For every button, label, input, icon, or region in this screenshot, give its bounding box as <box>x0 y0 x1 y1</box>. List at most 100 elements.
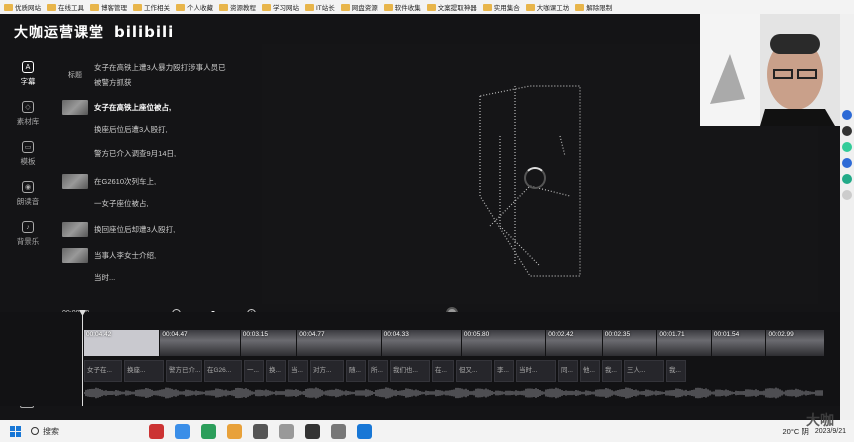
subtitle-clip[interactable]: 但又... <box>456 360 492 382</box>
row-text: 警方已介入调查9月14日, <box>94 149 177 158</box>
video-clip[interactable]: 00:02.35 <box>602 330 657 356</box>
bookmark-item[interactable]: 大咖课工坊 <box>525 2 569 12</box>
bookmark-item[interactable]: 文案提取神器 <box>426 2 477 12</box>
script-row[interactable]: 女子在高铁上座位被占, <box>62 100 171 115</box>
row-text-line2: 被警方抓获 <box>94 78 132 87</box>
sidebar-item-template[interactable]: ▭ 模板 <box>0 134 56 174</box>
subtitle-clip[interactable]: 三人... <box>624 360 664 382</box>
app-icon-8[interactable] <box>331 423 346 439</box>
app-icon-1[interactable] <box>149 423 164 439</box>
subtitle-clip[interactable]: 我... <box>602 360 622 382</box>
sidebar-item-subtitle[interactable]: A 字幕 <box>0 54 56 94</box>
corner-watermark: 大咖 <box>806 412 834 428</box>
sidebar-item-cube[interactable]: ◇ 素材库 <box>0 94 56 134</box>
script-row[interactable]: 当事人李女士介绍, <box>62 248 156 263</box>
windows-start-icon[interactable] <box>10 425 21 437</box>
sidebar-item-voice[interactable]: ◉ 朗读音 <box>0 174 56 214</box>
bookmark-item[interactable]: 个人收藏 <box>176 2 213 12</box>
subtitle-clip[interactable]: 他... <box>580 360 600 382</box>
bookmark-label: 解除限制 <box>586 5 613 12</box>
video-clip[interactable]: 00:04.77 <box>297 330 381 356</box>
subtitle-clip[interactable]: 警方已介... <box>166 360 202 382</box>
script-row[interactable]: 换座后位后遭3人殴打, <box>62 124 168 135</box>
circle-app-icon[interactable] <box>842 126 852 136</box>
subtitle-track: 女子在... 换座... 警方已介... 在G26... 一... 换... 当... 对方.… <box>84 360 824 382</box>
bookmark-item[interactable]: IT站长 <box>305 2 335 12</box>
video-clip[interactable]: 00:04.47 <box>160 330 240 356</box>
subtitle-clip[interactable]: 同... <box>558 360 578 382</box>
bookmark-item[interactable]: 资源教程 <box>219 2 256 12</box>
subtitle-clip[interactable]: 在... <box>432 360 454 382</box>
video-clip[interactable]: 00:01.71 <box>657 330 711 356</box>
subtitle-clip[interactable]: 在G26... <box>204 360 242 382</box>
app-icon-2[interactable] <box>175 423 190 439</box>
cube-icon: ◇ <box>22 101 34 113</box>
subtitle-clip[interactable]: 所... <box>368 360 388 382</box>
weather[interactable]: 20°C 阴 <box>783 426 809 437</box>
script-row[interactable]: 当时... <box>62 272 115 283</box>
script-row[interactable]: 换回座位后却遭3人殴打, <box>62 222 175 237</box>
copilot-icon[interactable] <box>842 110 852 120</box>
bookmark-label: 软件收集 <box>394 5 421 12</box>
add-icon[interactable] <box>842 190 852 200</box>
script-row[interactable]: 在G2610次列车上, <box>62 174 156 189</box>
subtitle-clip[interactable]: 我... <box>666 360 686 382</box>
bookmark-item[interactable]: 学习网站 <box>262 2 299 12</box>
folder-icon <box>176 3 185 11</box>
subtitle-clip[interactable]: 我们也... <box>390 360 430 382</box>
script-row[interactable]: 警方已介入调查9月14日, <box>62 148 176 159</box>
row-text: 换回座位后却遭3人殴打, <box>94 225 176 234</box>
video-track: 00:04.42 00:04.47 00:03.15 00:04.77 00:04.33… <box>84 330 824 356</box>
folder-icon <box>262 3 271 11</box>
subtitle-clip[interactable]: 李... <box>494 360 514 382</box>
subtitle-clip[interactable]: 对方... <box>310 360 344 382</box>
app-icon-7[interactable] <box>305 423 320 439</box>
bookmark-item[interactable]: 网盘资源 <box>340 2 378 12</box>
app-icon-9[interactable] <box>357 423 372 439</box>
edge-icon[interactable] <box>201 423 216 439</box>
row-thumbnail <box>62 100 88 115</box>
clip-duration: 00:05.80 <box>463 331 490 338</box>
video-clip[interactable]: 00:02.99 <box>766 330 824 356</box>
video-clip[interactable]: 00:01.54 <box>711 330 766 356</box>
video-clip[interactable]: 00:04.33 <box>381 330 461 356</box>
video-clip[interactable]: 00:03.15 <box>240 330 297 356</box>
template-icon: ▭ <box>22 141 34 153</box>
row-thumbnail <box>62 174 88 189</box>
video-clip[interactable]: 00:04.42 <box>84 330 160 356</box>
folder-icon <box>305 3 314 11</box>
games-icon[interactable] <box>842 158 852 168</box>
subtitle-clip[interactable]: 当时... <box>516 360 556 382</box>
bookmark-item[interactable]: 优质网站 <box>4 2 41 12</box>
playhead[interactable] <box>82 312 83 406</box>
video-clip[interactable]: 00:02.42 <box>546 330 602 356</box>
clip-duration: 00:04.47 <box>162 331 188 338</box>
chrome-icon[interactable] <box>227 423 242 439</box>
subtitle-clip[interactable]: 随... <box>346 360 366 382</box>
taskbar-search[interactable]: 搜索 <box>31 426 131 437</box>
app-icon-5[interactable] <box>253 423 268 439</box>
bookmark-item[interactable]: 实用集合 <box>482 2 520 12</box>
bookmark-item[interactable]: 博客管理 <box>90 2 127 12</box>
office-icon[interactable] <box>842 174 852 184</box>
row-text: 女子在高铁上遭3人暴力殴打涉事人员已 <box>94 63 226 72</box>
script-row[interactable]: 标题 女子在高铁上遭3人暴力殴打涉事人员已 被警方抓获 <box>62 62 226 88</box>
app-icon-6[interactable] <box>279 423 294 439</box>
sidebar-item-music[interactable]: ♪ 背景乐 <box>0 214 56 254</box>
subtitle-clip[interactable]: 换座... <box>124 360 164 382</box>
bookmark-item[interactable]: 工作相关 <box>133 2 170 12</box>
brand-title: 大咖运营课堂 <box>14 24 104 40</box>
subtitle-clip[interactable]: 换... <box>266 360 286 382</box>
subtitle-clip[interactable]: 当... <box>288 360 308 382</box>
bookmark-item[interactable]: 在线工具 <box>47 2 84 12</box>
bookmark-item[interactable]: 解除限制 <box>575 2 612 12</box>
folder-icon <box>90 3 99 11</box>
tools-icon[interactable] <box>842 142 852 152</box>
bookmark-item[interactable]: 软件收集 <box>383 2 421 12</box>
script-row[interactable]: 一女子座位被占, <box>62 198 149 209</box>
subtitle-clip[interactable]: 女子在... <box>84 360 122 382</box>
clip-duration: 00:01.54 <box>713 331 740 338</box>
video-clip[interactable]: 00:05.80 <box>461 330 546 356</box>
audio-waveform[interactable] <box>84 384 824 402</box>
subtitle-clip[interactable]: 一... <box>244 360 264 382</box>
